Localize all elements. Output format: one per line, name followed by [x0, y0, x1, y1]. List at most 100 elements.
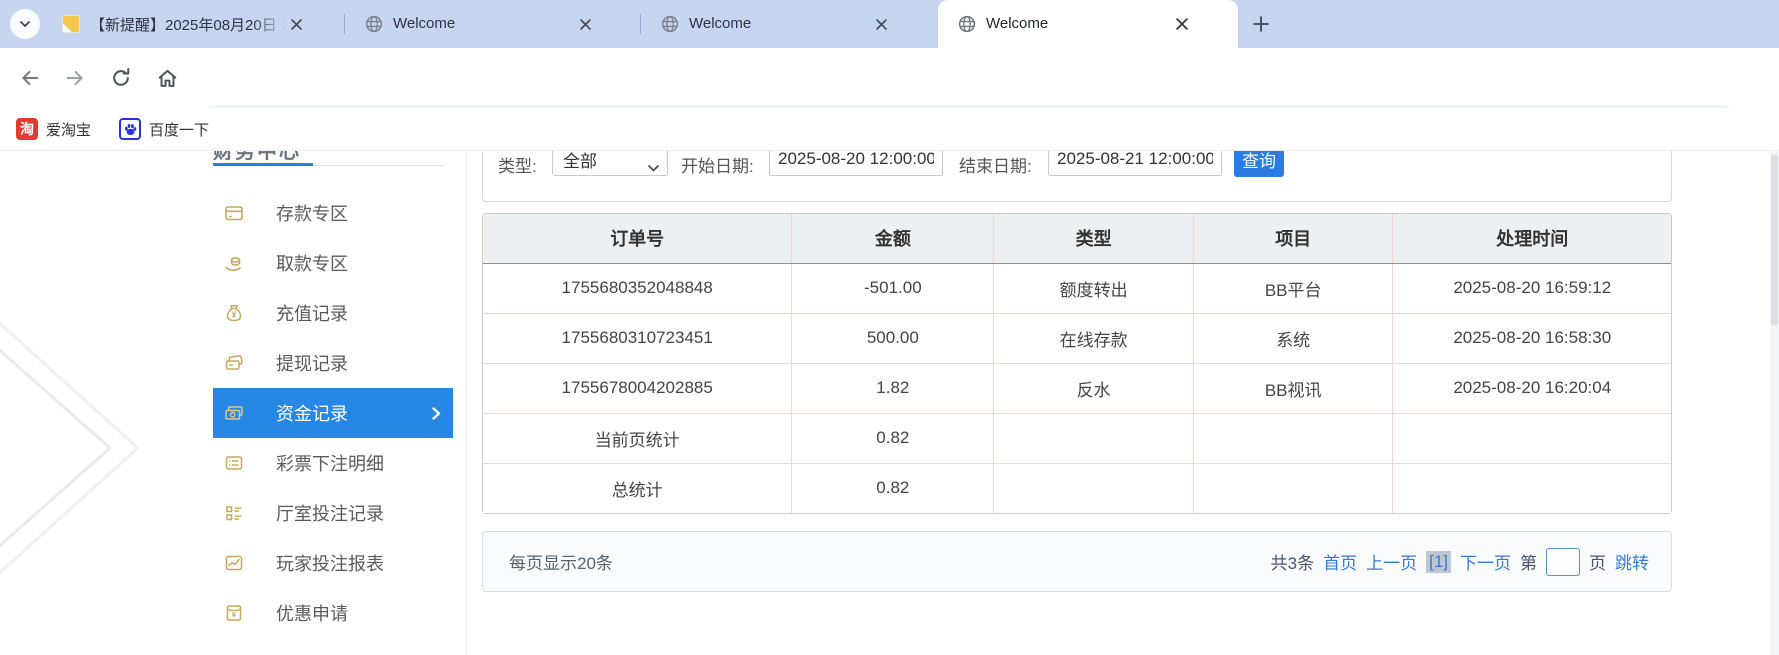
tab-strip: 【新提醒】2025年08月20日 1 Welcome — [0, 0, 1779, 48]
back-button[interactable] — [17, 65, 43, 91]
sidebar-title-clipped: 财务中心 — [213, 151, 373, 160]
tab-search-chevron-button[interactable] — [10, 9, 40, 39]
jump-button[interactable]: 跳转 — [1615, 549, 1649, 574]
records-table: 订单号 金额 类型 项目 处理时间 1755680352048848 -501.… — [482, 213, 1672, 514]
close-icon[interactable] — [286, 14, 306, 34]
tab-welcome-2[interactable]: Welcome — [645, 0, 933, 48]
sidebar-item-label: 取款专区 — [276, 250, 348, 276]
start-date-input[interactable] — [769, 151, 943, 176]
baidu-paw-icon — [119, 118, 141, 140]
cell-type: 反水 — [994, 363, 1194, 413]
cell-amount: 500.00 — [792, 313, 994, 363]
page-scrollbar[interactable] — [1770, 151, 1779, 655]
tab-title: Welcome — [986, 15, 1048, 32]
sidebar-item-deposit-zone[interactable]: 存款专区 — [199, 188, 467, 238]
scrollbar-thumb[interactable] — [1771, 155, 1778, 325]
back-arrow-icon — [19, 67, 41, 89]
col-header-project: 项目 — [1193, 214, 1393, 263]
cell-order-no: 1755678004202885 — [483, 363, 792, 413]
withdraw-hand-icon — [224, 253, 244, 273]
start-date-label: 开始日期: — [681, 152, 754, 177]
table-header-row: 订单号 金额 类型 项目 处理时间 — [483, 214, 1671, 263]
sidebar-item-label: 提现记录 — [276, 350, 348, 376]
col-header-processed-time: 处理时间 — [1393, 214, 1671, 263]
note-icon — [62, 15, 80, 33]
sidebar-item-recharge-records[interactable]: ¥ 充值记录 — [199, 288, 467, 338]
jump-suffix-label: 页 — [1589, 549, 1606, 574]
table-row-grand-total: 总统计 0.82 — [483, 463, 1671, 513]
next-page-link[interactable]: 下一页 — [1460, 549, 1511, 574]
cell-empty — [994, 463, 1194, 513]
table-row-page-subtotal: 当前页统计 0.82 — [483, 413, 1671, 463]
table-row: 1755678004202885 1.82 反水 BB视讯 2025-08-20… — [483, 363, 1671, 413]
cell-order-no: 1755680310723451 — [483, 313, 792, 363]
close-icon[interactable] — [575, 14, 595, 34]
sidebar-item-label: 存款专区 — [276, 200, 348, 226]
sidebar-title-underline — [213, 163, 313, 166]
sidebar-item-label: 玩家投注报表 — [276, 550, 384, 576]
cell-time: 2025-08-20 16:59:12 — [1393, 263, 1671, 313]
globe-icon — [365, 15, 383, 33]
tab-welcome-1[interactable]: Welcome — [349, 0, 637, 48]
close-icon[interactable] — [871, 14, 891, 34]
sidebar-item-player-bet-report[interactable]: 玩家投注报表 — [199, 538, 467, 588]
type-select[interactable]: 全部 — [552, 151, 668, 176]
cell-time: 2025-08-20 16:58:30 — [1393, 313, 1671, 363]
sidebar-item-withdraw-zone[interactable]: 取款专区 — [199, 238, 467, 288]
sidebar-item-label: 资金记录 — [276, 400, 348, 426]
col-header-order-no: 订单号 — [483, 214, 792, 263]
bookmark-label: 百度一下 — [149, 119, 209, 140]
cell-time: 2025-08-20 16:20:04 — [1393, 363, 1671, 413]
sidebar-item-lottery-bet-details[interactable]: 彩票下注明细 — [199, 438, 467, 488]
cell-label: 当前页统计 — [483, 413, 792, 463]
forward-button[interactable] — [62, 65, 88, 91]
table-row: 1755680352048848 -501.00 额度转出 BB平台 2025-… — [483, 263, 1671, 313]
cell-project: BB视讯 — [1193, 363, 1393, 413]
sidebar-item-room-bet-records[interactable]: 厅室投注记录 — [199, 488, 467, 538]
sidebar-item-label: 厅室投注记录 — [276, 500, 384, 526]
bookmark-taobao[interactable]: 淘 爱淘宝 — [16, 118, 91, 140]
svg-text:¥: ¥ — [232, 610, 237, 619]
jump-prefix-label: 第 — [1520, 549, 1537, 574]
moneybag-icon: ¥ — [224, 303, 244, 323]
bookmarks-bar: 淘 爱淘宝 百度一下 — [0, 108, 1779, 151]
end-date-input[interactable] — [1048, 151, 1222, 176]
current-page-indicator: [1] — [1426, 551, 1451, 573]
tab-notification[interactable]: 【新提醒】2025年08月20日 1 — [48, 0, 341, 48]
cell-empty — [1393, 463, 1671, 513]
sidebar-item-withdrawal-records[interactable]: 提现记录 — [199, 338, 467, 388]
sidebar-finance-menu: 财务中心 存款专区 — [199, 151, 467, 655]
background-watermark-triangle — [0, 151, 180, 655]
banknotes-icon — [224, 403, 244, 423]
bookmark-baidu[interactable]: 百度一下 — [119, 118, 209, 140]
sidebar-item-label: 充值记录 — [276, 300, 348, 326]
prev-page-link[interactable]: 上一页 — [1366, 549, 1417, 574]
filter-bar: 类型: 全部 开始日期: 结束日期: 查询 — [482, 151, 1672, 202]
reload-button[interactable] — [108, 65, 134, 91]
new-tab-button[interactable] — [1250, 13, 1272, 35]
tab-separator — [640, 14, 641, 34]
cell-type: 额度转出 — [994, 263, 1194, 313]
end-date-label: 结束日期: — [959, 152, 1032, 177]
sidebar-item-fund-records[interactable]: 资金记录 — [213, 388, 453, 438]
tab-title: Welcome — [393, 15, 455, 32]
cell-project: 系统 — [1193, 313, 1393, 363]
close-icon[interactable] — [1172, 14, 1192, 34]
globe-icon — [958, 15, 976, 33]
query-button[interactable]: 查询 — [1234, 151, 1284, 177]
reload-icon — [110, 67, 132, 89]
browser-toolbar: js13.cc/hhcp/usercenter.html?iniType=6 — [0, 48, 1779, 108]
cell-type: 在线存款 — [994, 313, 1194, 363]
page-jump-input[interactable] — [1546, 548, 1580, 576]
cell-project: BB平台 — [1193, 263, 1393, 313]
tab-welcome-active[interactable]: Welcome — [938, 0, 1238, 48]
cell-amount: -501.00 — [792, 263, 994, 313]
sidebar-item-label: 优惠申请 — [276, 600, 348, 626]
bookmark-label: 爱淘宝 — [46, 119, 91, 140]
first-page-link[interactable]: 首页 — [1323, 549, 1357, 574]
list-grid-icon — [224, 503, 244, 523]
sidebar-item-label: 彩票下注明细 — [276, 450, 384, 476]
home-button[interactable] — [154, 65, 180, 91]
sidebar-item-promo-application[interactable]: ¥ 优惠申请 — [199, 588, 467, 638]
browser-window: 【新提醒】2025年08月20日 1 Welcome — [0, 0, 1779, 655]
